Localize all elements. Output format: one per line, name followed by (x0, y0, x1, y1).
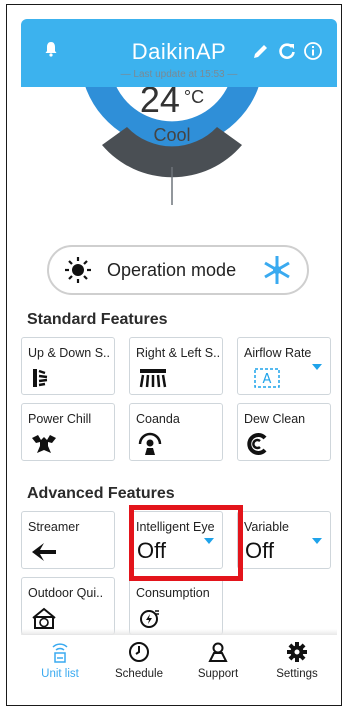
tile-label: Consumption (136, 586, 210, 600)
tile-airflow-rate[interactable]: Airflow Rate A (237, 337, 331, 395)
minus-icon: − (129, 165, 146, 196)
temperature-unit: °C (183, 87, 205, 107)
tile-consumption[interactable]: Consumption (129, 577, 223, 635)
unit-list-icon (52, 643, 68, 663)
outdoor-quiet-icon (32, 607, 56, 629)
streamer-icon (32, 543, 56, 561)
horizontal-swing-icon (139, 369, 167, 388)
chevron-down-icon (312, 364, 322, 370)
nav-label: Settings (276, 668, 318, 680)
last-update-label: Last update at 15:53 (133, 69, 225, 80)
pencil-icon[interactable] (251, 41, 271, 61)
tile-variable[interactable]: Variable Off (237, 511, 331, 569)
current-mode: Cool (153, 125, 191, 145)
tile-right-left-swing[interactable]: Right & Left S.. (129, 337, 223, 395)
coanda-icon (138, 432, 162, 455)
snowflake-icon (264, 256, 290, 284)
gear-icon (287, 642, 307, 662)
tile-label: Coanda (136, 412, 180, 426)
tile-label: Up & Down S.. (28, 346, 110, 360)
tile-label: Variable (244, 520, 289, 534)
cool-mode-sun-icon (65, 257, 91, 283)
app-header: DaikinAP — Last update at 15:53 — (21, 19, 337, 87)
nav-settings[interactable]: Settings (258, 641, 336, 680)
tile-power-chill[interactable]: Power Chill (21, 403, 115, 461)
tile-dew-clean[interactable]: Dew Clean (237, 403, 331, 461)
plus-icon: + (201, 163, 218, 194)
nav-label: Schedule (115, 668, 163, 680)
operation-mode-button[interactable]: Operation mode (47, 245, 309, 295)
svg-text:A: A (263, 372, 272, 387)
tile-outdoor-quiet[interactable]: Outdoor Qui.. (21, 577, 115, 635)
standard-features-title: Standard Features (27, 311, 168, 328)
nav-unit-list[interactable]: Unit list (21, 641, 99, 680)
phone-screen: 24 °C Cool − + DaikinAP — Last update at … (6, 4, 342, 706)
support-icon (208, 642, 228, 662)
vertical-swing-icon (33, 369, 48, 387)
nav-label: Unit list (41, 668, 79, 680)
chevron-down-icon (312, 538, 322, 544)
nav-schedule[interactable]: Schedule (100, 641, 178, 680)
advanced-features-title: Advanced Features (27, 485, 175, 502)
refresh-icon[interactable] (277, 41, 297, 61)
operation-mode-label: Operation mode (107, 259, 237, 280)
highlight-annotation (129, 505, 243, 581)
tile-label: Right & Left S.. (136, 346, 220, 360)
airflow-auto-icon: A (254, 368, 280, 388)
tile-coanda[interactable]: Coanda (129, 403, 223, 461)
tile-up-down-swing[interactable]: Up & Down S.. (21, 337, 115, 395)
variable-value: Off (245, 538, 274, 563)
tile-streamer[interactable]: Streamer (21, 511, 115, 569)
last-update-text: — Last update at 15:53 — (120, 69, 238, 80)
tile-label: Airflow Rate (244, 346, 312, 360)
tile-label: Outdoor Qui.. (28, 586, 104, 600)
tile-label: Power Chill (28, 412, 92, 426)
nav-label: Support (197, 668, 239, 680)
tile-label: Dew Clean (244, 412, 306, 426)
dew-clean-icon (247, 433, 267, 455)
tile-label: Streamer (28, 520, 80, 534)
power-chill-icon (32, 435, 56, 453)
consumption-icon (140, 610, 159, 628)
clock-icon (129, 642, 149, 662)
info-icon[interactable] (303, 41, 323, 61)
nav-support[interactable]: Support (179, 641, 257, 680)
decrease-temperature-button[interactable]: − (109, 163, 169, 205)
bottom-navigation: Unit list Schedule Support Settings (21, 635, 337, 695)
increase-temperature-button[interactable]: + (181, 163, 241, 205)
